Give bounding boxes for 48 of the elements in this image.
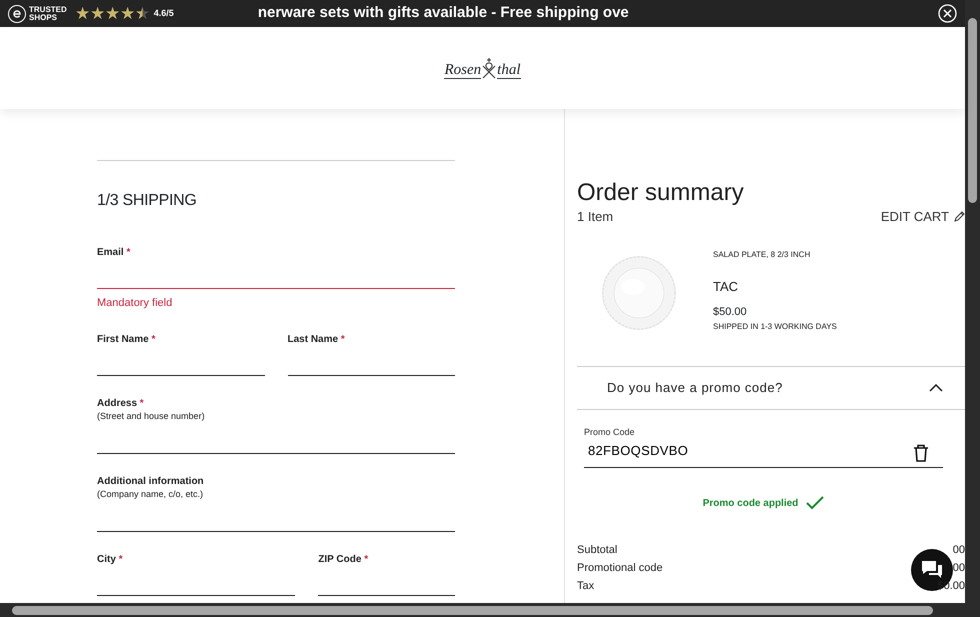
total-label: Promotional code (577, 560, 663, 576)
item-count: 1 Item (577, 208, 614, 226)
product-collection: TAC (713, 278, 740, 296)
badge-text: TRUSTED (29, 6, 67, 14)
field-label: ZIP Code * (318, 552, 370, 566)
promo-code-field[interactable]: 82FBOQSDVBO (584, 439, 943, 468)
star-icon: ★ (104, 5, 120, 22)
field-hint: (Street and house number) (97, 410, 206, 420)
product-name: SALAD PLATE, 8 2/3 INCH (713, 248, 812, 260)
step-heading: 1/3 SHIPPING (97, 191, 198, 211)
field-label: Promo Code (584, 426, 636, 438)
star-icon: ★ (74, 5, 90, 22)
crest-icon (481, 57, 498, 79)
rating-text: 4.6/5 (154, 6, 174, 20)
trash-icon[interactable] (913, 444, 929, 462)
edit-cart-link[interactable]: EDIT CART (880, 207, 965, 226)
scrollbar[interactable] (0, 603, 965, 617)
close-icon[interactable] (938, 4, 957, 23)
promo-toggle[interactable]: Do you have a promo code? (577, 366, 965, 410)
announcement-text: nerware sets with gifts available - Free shipping ove (258, 3, 629, 24)
chevron-icon (929, 384, 943, 392)
field-label: City * (97, 552, 124, 566)
error-message: Mandatory field (97, 296, 174, 311)
badge-text: SHOPS (29, 14, 58, 22)
scrollbar[interactable] (965, 0, 980, 617)
field-label: Email * (97, 246, 132, 260)
checkmark-icon (806, 496, 824, 510)
total-label: Subtotal (577, 542, 618, 558)
e-logo-icon (8, 4, 26, 22)
field-label: Additional information (97, 474, 205, 488)
shipping-note: SHIPPED IN 1-3 WORKING DAYS (713, 320, 837, 332)
star-icon: ★ (120, 5, 135, 22)
success-message: Promo code applied (702, 496, 798, 510)
summary-title: Order summary (577, 179, 745, 207)
field-hint: (Company name, c/o, etc.) (97, 488, 204, 498)
logo[interactable]: Rosen thal (444, 57, 520, 79)
field-label: Address * (97, 396, 145, 410)
total-value: 00 (952, 542, 965, 558)
field-label: Last Name * (288, 332, 346, 346)
trust-badge[interactable]: TRUSTED SHOPS (8, 4, 67, 22)
total-label: Tax (577, 578, 594, 594)
logo-text: Rosen (444, 62, 482, 79)
pencil-icon (953, 210, 965, 223)
field-label: First Name * (97, 332, 156, 346)
star-icon: ★ (90, 5, 105, 22)
total-value: 00 (952, 560, 965, 576)
logo-text: thal (497, 62, 520, 79)
product-price: $50.00 (713, 305, 748, 320)
